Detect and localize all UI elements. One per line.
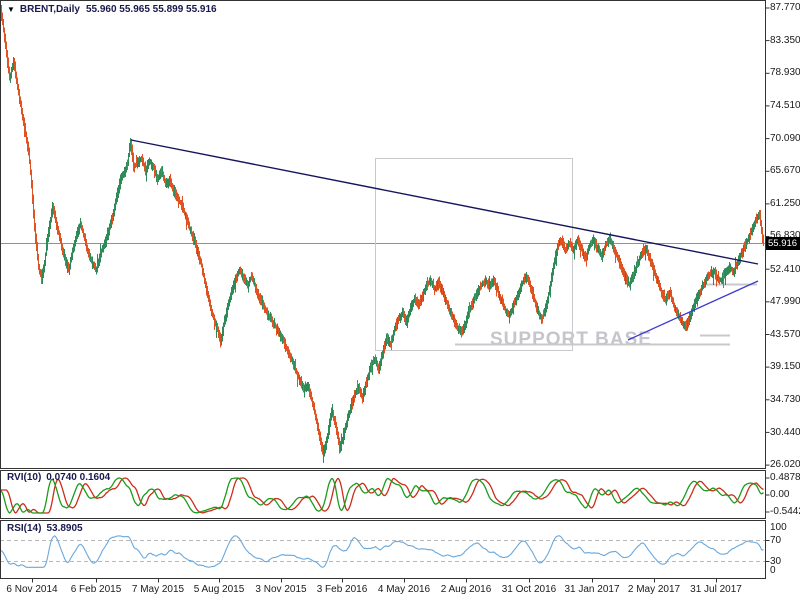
rsi-scale-label: 0 xyxy=(770,565,776,577)
rvi-values: 0.0740 0.1604 xyxy=(46,472,110,483)
rvi-scale-label: 0.4878 xyxy=(770,472,800,484)
price-axis-label: 47.990 xyxy=(770,296,800,308)
price-chart-canvas[interactable] xyxy=(0,0,800,600)
symbol-dropdown-icon[interactable]: ▼ xyxy=(7,5,15,14)
price-axis-label: 74.510 xyxy=(770,100,800,112)
price-axis-label: 52.410 xyxy=(770,264,800,276)
symbol-title: BRENT,Daily xyxy=(20,4,80,15)
price-axis-label: 30.440 xyxy=(770,427,800,439)
rvi-label: RVI(10) xyxy=(7,472,41,483)
rvi-scale-label: -0.5442 xyxy=(770,506,800,518)
chart-header: ▼ BRENT,Daily 55.960 55.965 55.899 55.916 xyxy=(7,4,217,15)
price-axis-label: 78.930 xyxy=(770,67,800,79)
price-axis-label: 70.090 xyxy=(770,133,800,145)
ohlc-values: 55.960 55.965 55.899 55.916 xyxy=(86,4,217,15)
price-axis-label: 87.770 xyxy=(770,2,800,14)
rsi-scale-label: 100 xyxy=(770,522,787,534)
price-axis-label: 61.250 xyxy=(770,198,800,210)
chart-window: SUPPORT BASE ▼BRENT,Daily55.960 55.965 5… xyxy=(0,0,800,600)
price-axis-label: 65.670 xyxy=(770,165,800,177)
price-axis-label: 39.150 xyxy=(770,361,800,373)
rvi-scale-label: 0.00 xyxy=(770,489,789,501)
rsi-indicator-header: RSI(14) 53.8905 xyxy=(7,523,83,534)
current-price-tag: 55.916 xyxy=(766,237,800,250)
date-axis-label: 31 Jul 2017 xyxy=(676,584,756,596)
price-axis-label: 83.350 xyxy=(770,35,800,47)
rsi-scale-label: 70 xyxy=(770,535,781,547)
rsi-label: RSI(14) xyxy=(7,523,41,534)
price-axis-label: 43.570 xyxy=(770,329,800,341)
rvi-indicator-header: RVI(10) 0.0740 0.1604 xyxy=(7,472,110,483)
price-axis-label: 34.730 xyxy=(770,394,800,406)
rsi-value: 53.8905 xyxy=(46,523,82,534)
price-axis-label: 26.020 xyxy=(770,459,800,471)
